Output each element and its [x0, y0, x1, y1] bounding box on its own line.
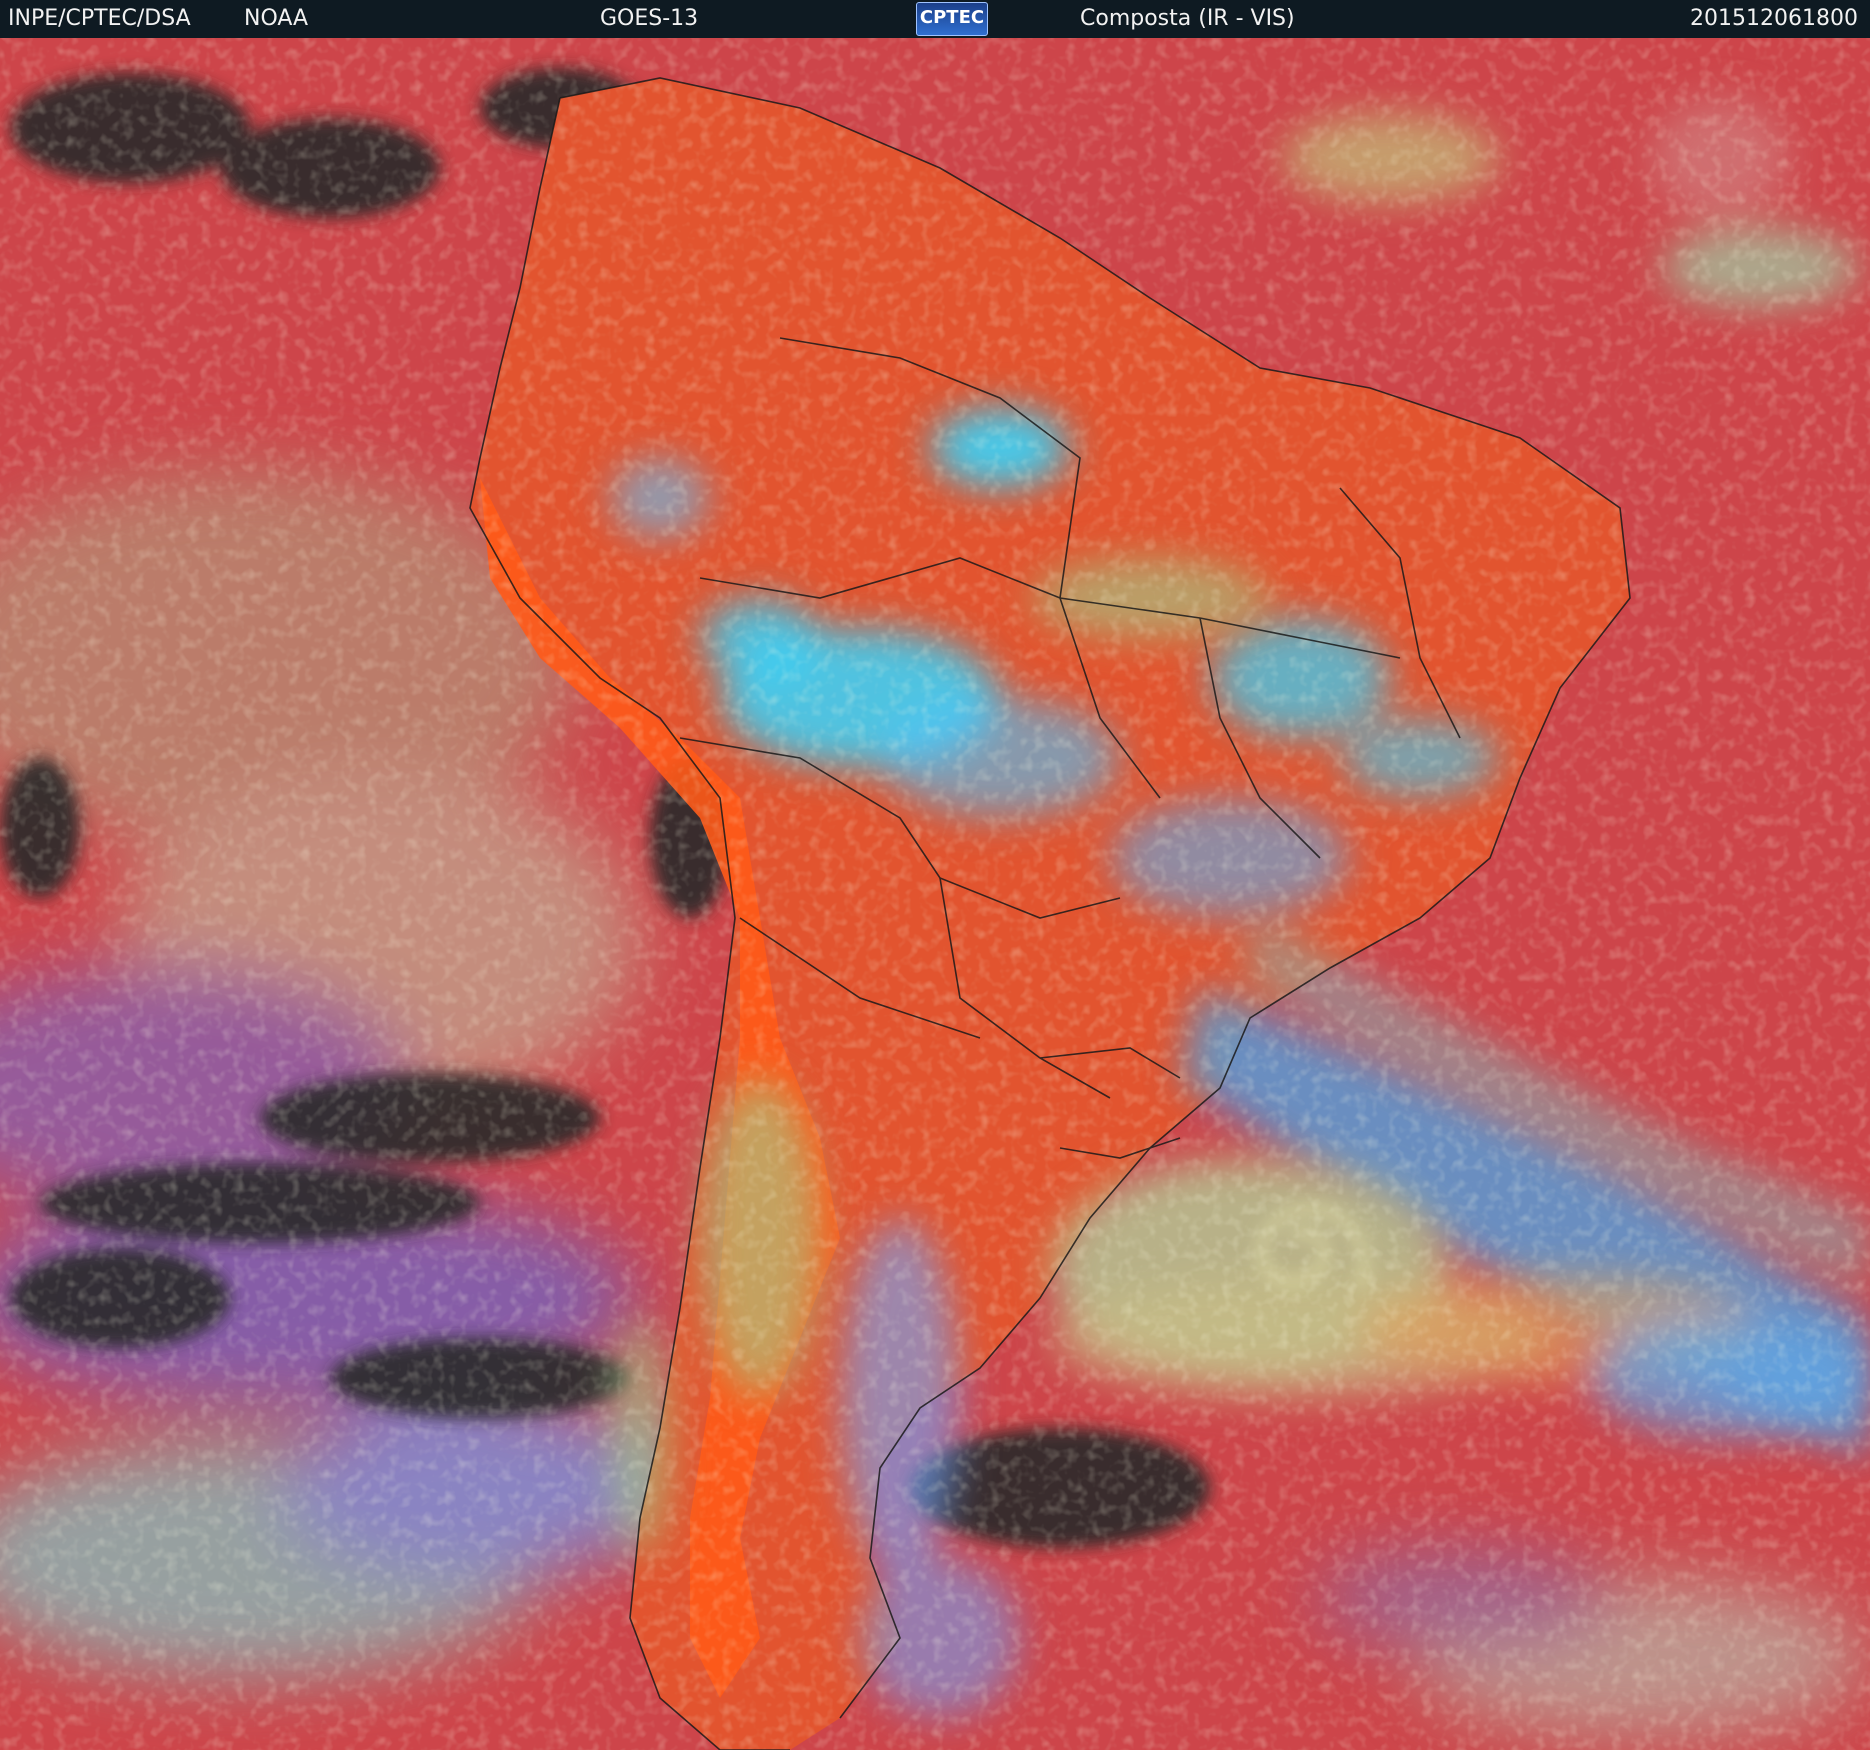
- satellite-composite-image: [0, 38, 1870, 1750]
- source-label: INPE/CPTEC/DSA: [8, 6, 191, 31]
- product-label: Composta (IR - VIS): [1080, 6, 1295, 31]
- image-header-bar: INPE/CPTEC/DSA NOAA GOES-13 CPTEC Compos…: [0, 0, 1870, 38]
- agency-label: NOAA: [244, 6, 309, 31]
- satellite-label: GOES-13: [600, 6, 699, 31]
- timestamp-label: 201512061800: [1690, 6, 1858, 31]
- cptec-logo: CPTEC: [916, 2, 988, 36]
